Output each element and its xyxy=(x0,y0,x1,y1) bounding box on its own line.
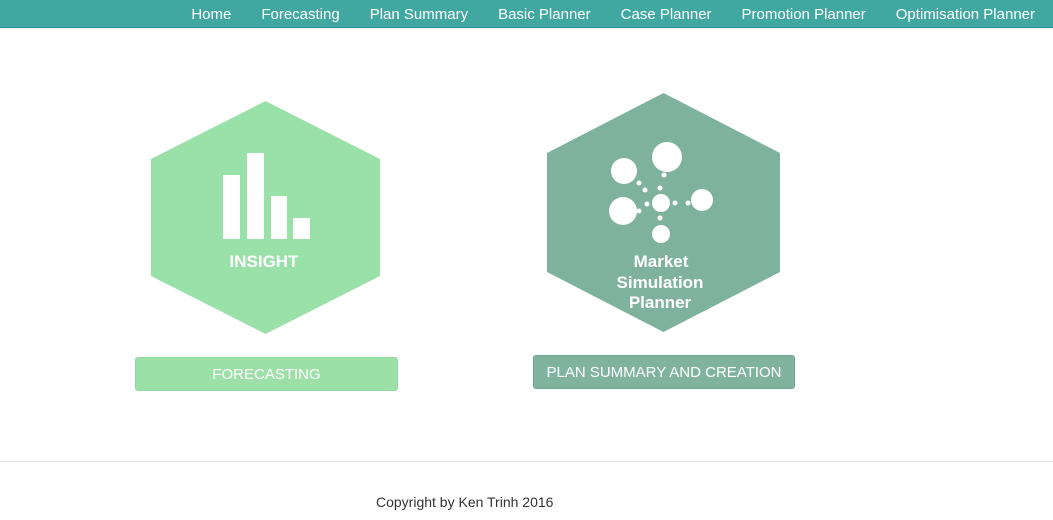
nav-plan-summary-link[interactable]: Plan Summary xyxy=(370,6,468,23)
insight-label: INSIGHT xyxy=(230,252,300,271)
market-label-line1: Market xyxy=(634,252,689,271)
insight-hexagon: INSIGHT xyxy=(151,101,380,334)
top-navbar: Home Forecasting Plan Summary Basic Plan… xyxy=(0,0,1053,28)
nav-case-planner-link[interactable]: Case Planner xyxy=(621,6,712,23)
footer-divider xyxy=(0,461,1053,462)
market-label-line3: Planner xyxy=(629,293,692,312)
insight-hexagon-shape xyxy=(151,101,380,334)
nav-promotion-planner-link[interactable]: Promotion Planner xyxy=(742,6,866,23)
forecasting-button[interactable]: FORECASTING xyxy=(135,357,398,391)
nav-forecasting-link[interactable]: Forecasting xyxy=(261,6,339,23)
nav-links: Home Forecasting Plan Summary Basic Plan… xyxy=(191,0,1035,28)
market-label-line2: Simulation xyxy=(617,273,704,292)
nav-home-link[interactable]: Home xyxy=(191,6,231,23)
market-simulation-tile[interactable]: Market Simulation Planner xyxy=(547,93,780,332)
insight-tile[interactable]: INSIGHT xyxy=(151,101,380,334)
market-hexagon: Market Simulation Planner xyxy=(547,93,780,332)
plan-summary-and-creation-button[interactable]: PLAN SUMMARY AND CREATION xyxy=(533,355,795,389)
nav-optimisation-planner-link[interactable]: Optimisation Planner xyxy=(896,6,1035,23)
nav-basic-planner-link[interactable]: Basic Planner xyxy=(498,6,591,23)
copyright-text: Copyright by Ken Trinh 2016 xyxy=(376,494,554,510)
